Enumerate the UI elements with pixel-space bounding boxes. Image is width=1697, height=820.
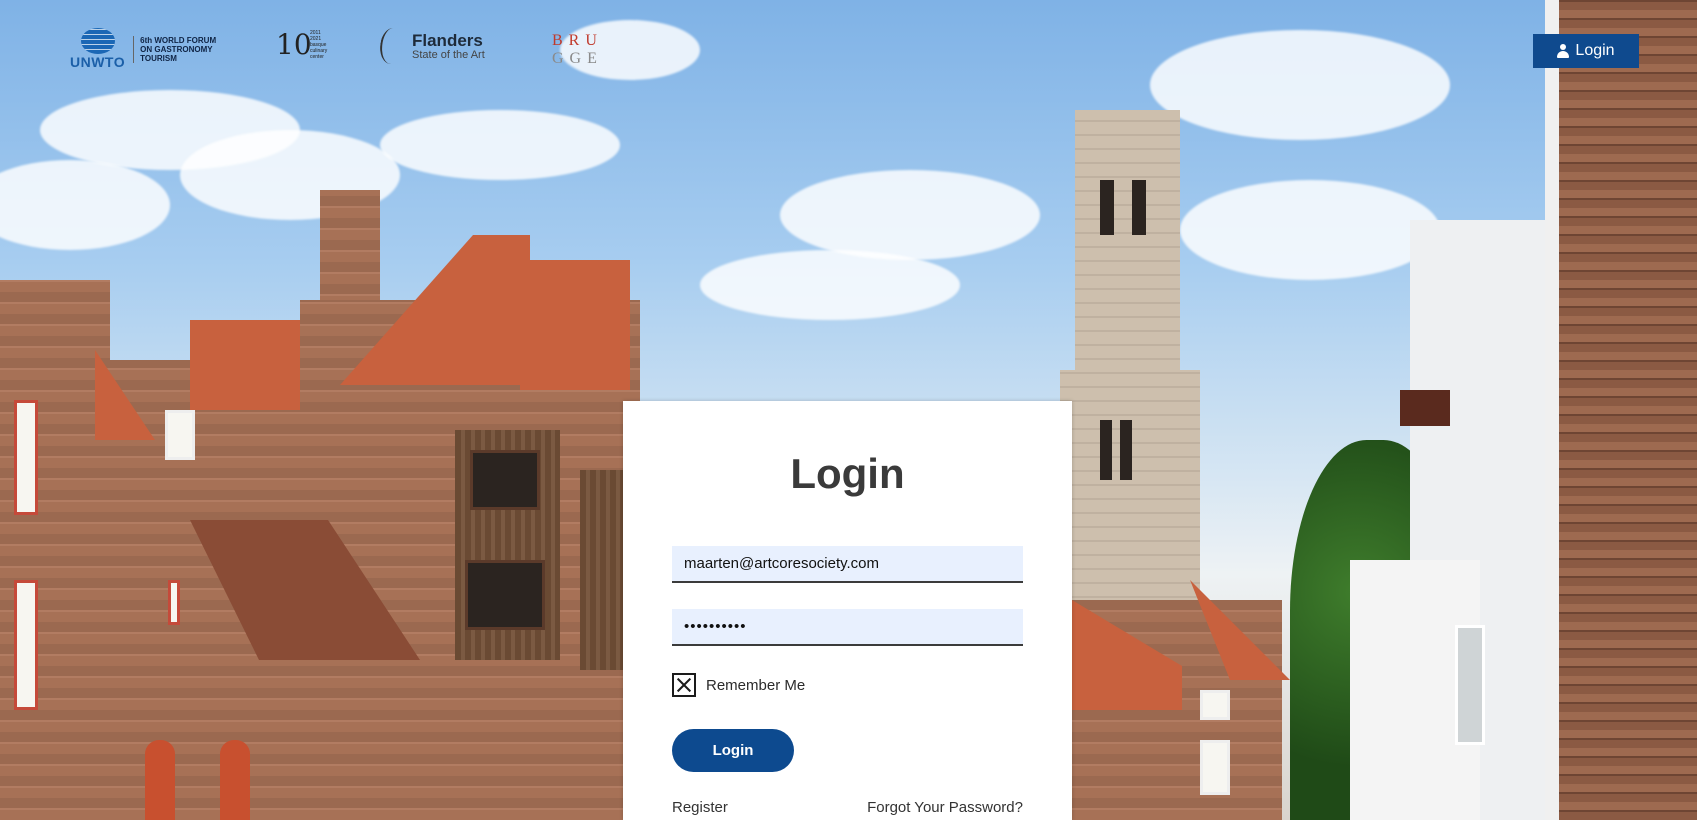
login-card: Login Remember Me Login Register Forgot … — [623, 401, 1072, 820]
header-login-button[interactable]: Login — [1533, 34, 1639, 68]
brugge-row-2: GGE — [552, 50, 603, 67]
basque-culinary-center-logo: 10 2011 2021 basque culinary center — [276, 28, 327, 61]
user-icon — [1557, 44, 1570, 58]
site-header: UNWTO 6th WORLD FORUM ON GASTRONOMY TOUR… — [0, 0, 1697, 100]
flanders-title: Flanders — [412, 31, 483, 50]
lion-icon — [376, 28, 408, 64]
header-login-label: Login — [1575, 42, 1615, 59]
bcc-text: 2011 2021 basque culinary center — [310, 29, 328, 60]
unwto-mark: UNWTO — [70, 54, 126, 70]
forgot-password-link[interactable]: Forgot Your Password? — [867, 799, 1023, 816]
unwto-logo: UNWTO 6th WORLD FORUM ON GASTRONOMY TOUR… — [70, 28, 216, 70]
login-title: Login — [790, 450, 905, 497]
forum-text: 6th WORLD FORUM ON GASTRONOMY TOURISM — [133, 35, 216, 63]
remember-me-toggle[interactable]: Remember Me — [672, 673, 805, 697]
remember-me-label: Remember Me — [706, 676, 806, 694]
brugge-logo: BRU GGE — [552, 32, 604, 68]
flanders-logo: Flanders State of the Art — [376, 28, 485, 64]
login-submit-button[interactable]: Login — [672, 729, 794, 772]
globe-icon — [80, 28, 115, 54]
register-link[interactable]: Register — [672, 799, 728, 816]
bcc-mark: 10 — [276, 28, 312, 61]
flanders-subtitle: State of the Art — [412, 49, 485, 61]
email-input[interactable] — [672, 546, 1023, 583]
remember-me-checkbox[interactable] — [672, 673, 696, 697]
password-input[interactable] — [672, 609, 1023, 646]
brugge-row-1: BRU — [552, 32, 603, 49]
